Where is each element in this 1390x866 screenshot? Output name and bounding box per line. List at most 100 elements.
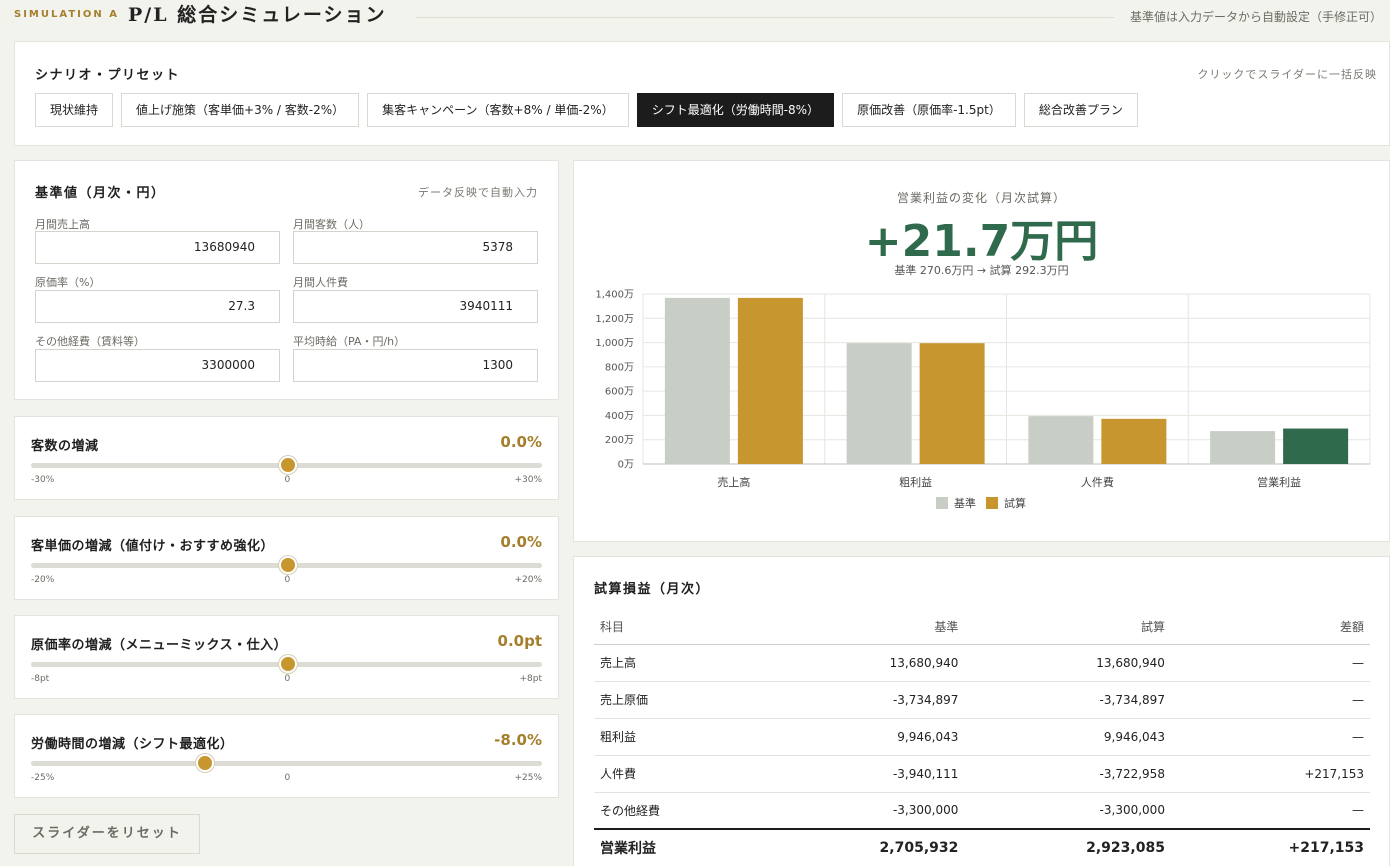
slider-title: 原価率の増減（メニューミックス・仕入） [31, 638, 288, 653]
total-base: 2,705,932 [757, 828, 965, 866]
table-row: 人件費 -3,940,111 -3,722,958 +217,153 [594, 755, 1370, 793]
simulation-label: SIMULATION A [14, 9, 119, 20]
row-base: 13,680,940 [757, 644, 965, 682]
y-tick-label: 600万 [605, 387, 634, 398]
row-trial: -3,734,897 [964, 681, 1171, 719]
col-header-item: 科目 [594, 609, 758, 645]
y-tick-label: 400万 [605, 411, 634, 422]
slider-track[interactable] [31, 761, 542, 766]
table-row: 売上高 13,680,940 13,680,940 — [594, 644, 1370, 682]
slider-min-label: -20% [31, 575, 55, 585]
page-title: P/L 総合シミュレーション [128, 4, 387, 26]
slider-thumb[interactable] [278, 556, 297, 574]
reset-sliders-button[interactable]: スライダーをリセット [14, 814, 200, 854]
profit-compare: 基準 270.6万円 → 試算 292.3万円 [894, 264, 1069, 277]
preset-button[interactable]: 原価改善（原価率-1.5pt） [842, 93, 1016, 127]
slider-card-cost-rate: 原価率の増減（メニューミックス・仕入） 0.0pt -8pt 0 +8pt [14, 615, 559, 699]
row-diff: — [1170, 681, 1370, 719]
slider-value: 0.0% [500, 533, 542, 551]
row-item: 売上高 [594, 644, 758, 682]
slider-thumb[interactable] [278, 655, 297, 673]
slider-mid-label: 0 [284, 475, 291, 485]
bar-trial [919, 343, 985, 464]
field-label-labor-cost: 月間人件費 [293, 276, 348, 289]
legend-swatch [986, 497, 998, 509]
row-item: 人件費 [594, 755, 758, 793]
scenario-card: シナリオ・プリセット クリックでスライダーに一括反映 現状維持 値上げ施策（客単… [14, 41, 1390, 146]
legend-label: 基準 [954, 496, 976, 510]
profit-change-subtitle: 営業利益の変化（月次試算） [896, 191, 1066, 205]
labor-cost-input[interactable]: 3940111 [293, 290, 538, 323]
scenario-title: シナリオ・プリセット [35, 68, 181, 83]
preset-button[interactable]: 値上げ施策（客単価+3% / 客数-2%） [121, 93, 360, 127]
x-tick-label: 営業利益 [1257, 475, 1301, 489]
total-diff: +217,153 [1170, 828, 1370, 866]
customers-input[interactable]: 5378 [293, 231, 538, 264]
preset-button[interactable]: 現状維持 [35, 93, 114, 127]
slider-thumb[interactable] [196, 754, 215, 772]
header-divider [416, 17, 1114, 18]
field-label-customers: 月間客数（人） [293, 218, 370, 231]
bar-trial [1283, 428, 1349, 464]
table-row: 売上原価 -3,734,897 -3,734,897 — [594, 681, 1370, 719]
row-trial: 9,946,043 [964, 718, 1171, 756]
field-label-other-expenses: その他経費（賃料等） [35, 335, 145, 348]
row-base: -3,734,897 [757, 681, 965, 719]
legend-swatch [936, 497, 948, 509]
field-label-sales: 月間売上高 [35, 218, 90, 231]
slider-thumb[interactable] [278, 456, 297, 474]
preset-button-active[interactable]: シフト最適化（労働時間-8%） [636, 93, 835, 127]
pl-bar-chart: 0万 200万 400万 600万 800万 1,000万 1,200万 1,400万売上高 粗… [595, 290, 1371, 510]
pl-table-card: 試算損益（月次） 科目 基準 試算 差額 売上高 13,680,940 13,6… [573, 556, 1390, 866]
base-values-card: 基準値（月次・円） データ反映で自動入力 月間売上高 13680940 月間客数… [14, 160, 559, 400]
slider-max-label: +25% [514, 773, 542, 783]
row-trial: -3,300,000 [964, 792, 1171, 830]
bar-base [846, 343, 912, 464]
base-values-note: データ反映で自動入力 [418, 186, 538, 199]
slider-value: -8.0% [494, 731, 542, 749]
row-base: -3,300,000 [757, 792, 965, 830]
pl-table: 科目 基準 試算 差額 売上高 13,680,940 13,680,940 — … [594, 609, 1370, 866]
y-tick-label: 1,200万 [595, 314, 634, 325]
cost-rate-input[interactable]: 27.3 [35, 290, 280, 323]
pl-table-title: 試算損益（月次） [594, 582, 711, 597]
slider-title: 客単価の増減（値付け・おすすめ強化） [31, 539, 275, 554]
profit-change-value: +21.7万円 [864, 216, 1099, 267]
preset-button[interactable]: 総合改善プラン [1023, 93, 1138, 127]
y-tick-label: 200万 [605, 435, 634, 446]
x-tick-label: 売上高 [717, 475, 750, 489]
slider-min-label: -25% [31, 773, 55, 783]
header-note: 基準値は入力データから自動設定（手修正可） [1129, 10, 1382, 24]
row-trial: 13,680,940 [964, 644, 1171, 682]
bar-base [1210, 431, 1276, 464]
legend-label: 試算 [1004, 496, 1026, 510]
slider-mid-label: 0 [284, 674, 291, 684]
row-diff: — [1170, 792, 1370, 830]
slider-max-label: +20% [514, 575, 542, 585]
table-total-row: 営業利益 2,705,932 2,923,085 +217,153 [594, 828, 1370, 866]
row-item: その他経費 [594, 792, 758, 830]
bar-trial [737, 297, 803, 464]
table-row: 粗利益 9,946,043 9,946,043 — [594, 718, 1370, 756]
other-expenses-input[interactable]: 3300000 [35, 349, 280, 382]
table-row: その他経費 -3,300,000 -3,300,000 — [594, 792, 1370, 830]
slider-card-unit-price: 客単価の増減（値付け・おすすめ強化） 0.0% -20% 0 +20% [14, 516, 559, 600]
preset-button[interactable]: 集客キャンペーン（客数+8% / 単価-2%） [367, 93, 629, 127]
row-base: -3,940,111 [757, 755, 965, 793]
slider-mid-label: 0 [284, 575, 291, 585]
hourly-wage-input[interactable]: 1300 [293, 349, 538, 382]
x-tick-label: 粗利益 [899, 475, 932, 489]
y-tick-label: 1,400万 [595, 290, 634, 301]
y-tick-label: 0万 [618, 460, 634, 471]
preset-buttons: 現状維持 値上げ施策（客単価+3% / 客数-2%） 集客キャンペーン（客数+8… [35, 93, 1138, 127]
total-trial: 2,923,085 [964, 828, 1171, 866]
total-item: 営業利益 [594, 828, 758, 866]
slider-title: 労働時間の増減（シフト最適化） [31, 737, 234, 752]
base-values-title: 基準値（月次・円） [35, 186, 166, 201]
row-diff: — [1170, 718, 1370, 756]
y-tick-label: 1,000万 [595, 338, 634, 349]
sales-input[interactable]: 13680940 [35, 231, 280, 264]
col-header-diff: 差額 [1170, 609, 1370, 645]
slider-card-customers: 客数の増減 0.0% -30% 0 +30% [14, 416, 559, 500]
row-item: 粗利益 [594, 718, 758, 756]
